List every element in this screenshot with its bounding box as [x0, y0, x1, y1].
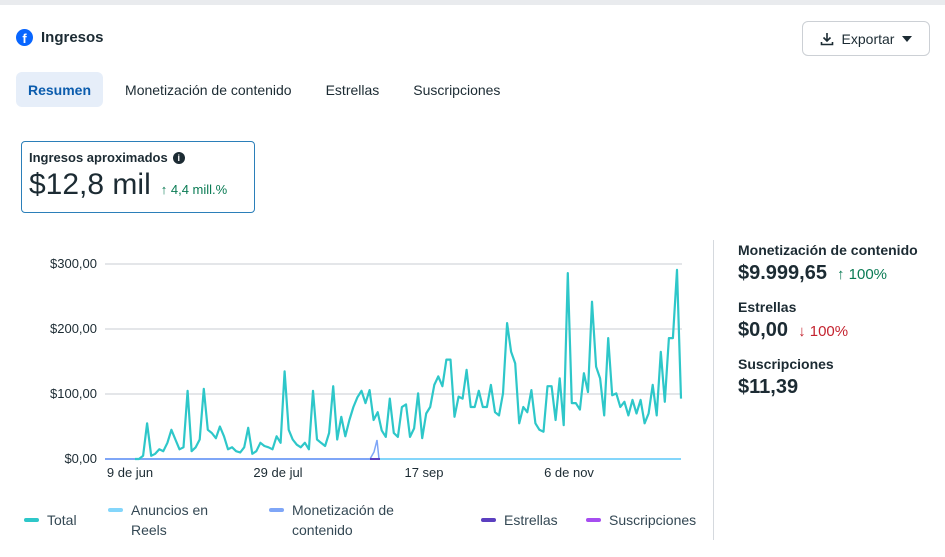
- legend-swatch: [24, 518, 39, 522]
- legend-swatch: [269, 508, 284, 512]
- legend-total[interactable]: Total: [24, 510, 77, 530]
- legend-label: Monetización de contenido: [292, 502, 394, 538]
- legend-suscripciones[interactable]: Suscripciones: [586, 510, 696, 530]
- breakdown-value: $9.999,65: [738, 262, 827, 284]
- series-total-line: [135, 268, 683, 461]
- breakdown-label: Suscripciones: [738, 356, 834, 372]
- breakdown-value: $11,39: [738, 376, 799, 398]
- arrow-down-icon: ↓: [798, 323, 806, 340]
- breakdown-value: $0,00: [738, 319, 789, 341]
- legend-reels[interactable]: Anuncios en Reels: [108, 500, 221, 540]
- legend-swatch: [108, 508, 123, 512]
- breakdown-change: 100%: [809, 323, 849, 340]
- legend-label: Estrellas: [504, 512, 558, 528]
- series-monetizacion-spike: [369, 439, 380, 460]
- divider: [713, 240, 714, 540]
- legend-monetizacion[interactable]: Monetización de contenido: [269, 500, 412, 540]
- legend-estrellas[interactable]: Estrellas: [481, 510, 558, 530]
- legend-label: Anuncios en Reels: [131, 502, 209, 538]
- breakdown-label: Estrellas: [738, 299, 797, 315]
- legend-label: Suscripciones: [609, 512, 697, 528]
- breakdown-label: Monetización de contenido: [738, 242, 918, 258]
- legend-swatch: [586, 518, 601, 522]
- legend-label: Total: [47, 512, 77, 528]
- breakdown-panel: Monetización de contenido $9.999,65 ↑ 100…: [738, 242, 918, 413]
- legend-swatch: [481, 518, 496, 522]
- breakdown-change: 100%: [848, 266, 888, 283]
- arrow-up-icon: ↑: [836, 266, 845, 283]
